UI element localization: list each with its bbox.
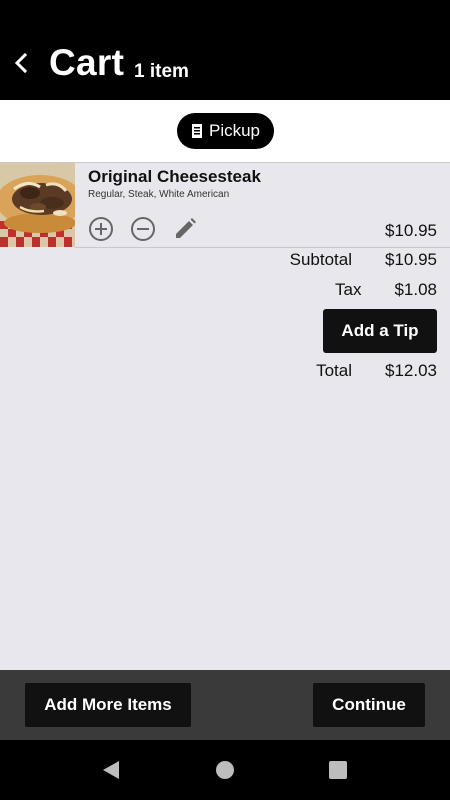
- total-label: Total: [316, 361, 352, 380]
- order-mode-strip: Pickup: [0, 100, 450, 162]
- edit-item-button[interactable]: [172, 216, 198, 242]
- tax-row: Tax $1.08: [237, 280, 437, 302]
- recents-square-icon[interactable]: [328, 760, 348, 780]
- pickup-label: Pickup: [208, 121, 261, 140]
- system-nav-bar: [0, 740, 450, 800]
- chevron-left-icon: [14, 53, 28, 73]
- back-button[interactable]: [8, 46, 34, 80]
- total-row: Total $12.03: [237, 361, 437, 383]
- remove-circle-icon: [131, 217, 155, 241]
- total-value: $12.03: [385, 361, 437, 380]
- bottom-action-bar: Add More Items Continue: [0, 670, 450, 740]
- back-triangle-icon[interactable]: [101, 760, 121, 780]
- item-count: 1 item: [134, 61, 189, 82]
- add-more-items-button[interactable]: Add More Items: [25, 683, 191, 727]
- cart-item: Original Cheesesteak Regular, Steak, Whi…: [0, 163, 450, 247]
- home-circle-icon[interactable]: [215, 760, 235, 780]
- subtotal-value: $10.95: [385, 250, 437, 269]
- pencil-icon: [176, 218, 196, 238]
- decrease-quantity-button[interactable]: [130, 216, 156, 242]
- increase-quantity-button[interactable]: [88, 216, 114, 242]
- item-price: $10.95: [385, 221, 437, 240]
- item-image: [0, 163, 75, 247]
- app-header: Cart 1 item: [0, 0, 450, 100]
- subtotal-row: Subtotal $10.95: [237, 250, 437, 272]
- subtotal-label: Subtotal: [289, 250, 352, 269]
- page-title: Cart: [49, 42, 125, 83]
- tax-label: Tax: [334, 280, 362, 299]
- pickup-toggle[interactable]: Pickup: [177, 113, 274, 149]
- receipt-icon: [191, 124, 202, 138]
- continue-button[interactable]: Continue: [313, 683, 425, 727]
- item-options: Regular, Steak, White American: [88, 189, 230, 200]
- divider: [75, 247, 450, 248]
- add-circle-icon: [89, 217, 113, 241]
- item-name: Original Cheesesteak: [88, 167, 261, 186]
- add-tip-button[interactable]: Add a Tip: [323, 309, 437, 353]
- tax-value: $1.08: [394, 280, 437, 299]
- item-actions: [88, 215, 198, 243]
